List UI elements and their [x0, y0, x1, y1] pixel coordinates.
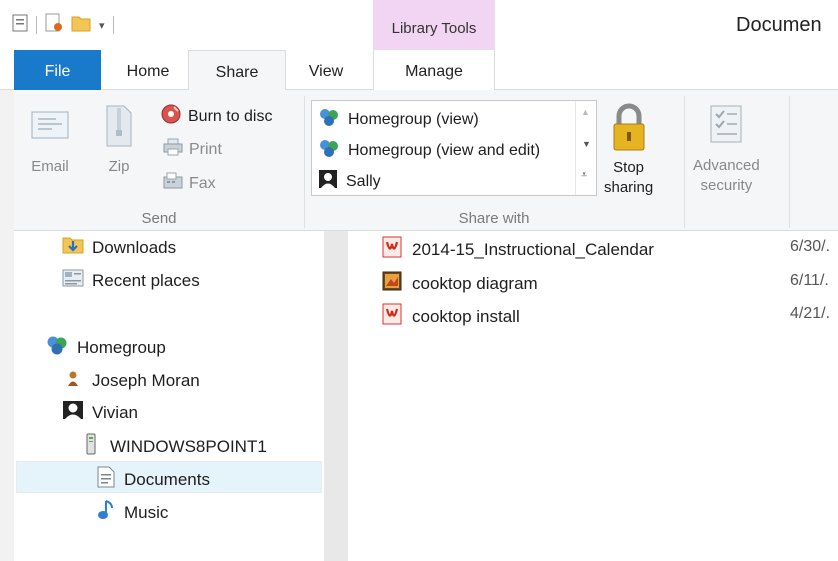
file-date: 6/11/.	[790, 272, 829, 289]
share-item-label: Homegroup (view)	[348, 110, 479, 128]
nav-item-label: Homegroup	[77, 337, 166, 357]
nav-item-joseph-moran[interactable]: Joseph Moran	[62, 368, 200, 393]
file-row[interactable]: cooktop install	[382, 303, 520, 330]
new-file-icon[interactable]	[45, 13, 63, 37]
share-homegroup-view[interactable]: Homegroup (view)	[318, 107, 479, 132]
pdf-icon	[382, 236, 402, 263]
tab-view[interactable]: View	[286, 50, 366, 91]
nav-item-music[interactable]: Music	[96, 499, 168, 526]
new-folder-icon[interactable]	[71, 14, 91, 36]
zip-button[interactable]: Zip	[104, 104, 134, 175]
share-user-sally[interactable]: Sally	[318, 169, 381, 194]
file-date: 4/21/.	[790, 305, 831, 322]
navigation-pane-scrollbar[interactable]	[324, 231, 348, 561]
advanced-security-label-1: Advanced	[693, 157, 760, 174]
qat-separator	[112, 16, 114, 34]
nav-item-label: Music	[124, 502, 169, 522]
checklist-icon	[709, 104, 743, 148]
nav-item-label: WINDOWS8POINT1	[110, 436, 267, 456]
tab-manage[interactable]: Manage	[373, 50, 495, 91]
user-icon	[62, 400, 84, 425]
burn-disc-icon	[160, 103, 182, 130]
burn-to-disc-label: Burn to disc	[188, 107, 273, 125]
share-with-group-label: Share with	[458, 210, 530, 227]
ribbon-group-divider	[789, 96, 790, 228]
zip-label: Zip	[108, 158, 130, 175]
nav-item-label: Recent places	[92, 270, 200, 290]
ribbon-group-divider	[684, 96, 685, 228]
tab-file[interactable]: File	[14, 50, 101, 90]
properties-icon[interactable]	[12, 14, 28, 36]
file-row[interactable]: 2014-15_Instructional_Calendar	[382, 236, 654, 263]
recent-places-icon	[62, 268, 84, 293]
image-file-icon	[382, 270, 402, 297]
music-icon	[96, 499, 116, 526]
zip-icon	[104, 104, 134, 152]
fax-icon	[163, 172, 183, 195]
scroll-down-icon[interactable]: ▼	[582, 139, 591, 149]
share-with-gallery: Homegroup (view) Homegroup (view and edi…	[311, 100, 597, 196]
print-button[interactable]: Print	[163, 138, 222, 161]
file-name: cooktop diagram	[412, 273, 538, 293]
context-group-label: Library Tools	[391, 20, 477, 37]
nav-item-documents[interactable]: Documents	[96, 466, 210, 493]
nav-item-recent-places[interactable]: Recent places	[62, 268, 200, 293]
window-title: Documen	[736, 14, 822, 36]
homegroup-icon	[45, 334, 69, 361]
window-left-edge	[0, 90, 14, 561]
fax-button[interactable]: Fax	[163, 172, 216, 195]
file-row[interactable]: cooktop diagram	[382, 270, 538, 297]
stop-sharing-button[interactable]: Stop sharing	[604, 102, 653, 198]
chevron-down-icon[interactable]: ▾	[99, 19, 105, 32]
nav-item-label: Downloads	[92, 237, 177, 257]
pdf-icon	[382, 303, 402, 330]
computer-icon	[80, 433, 102, 460]
share-gallery-scrollbar[interactable]: ▲ ▼ ⩡	[575, 101, 596, 195]
share-item-label: Homegroup (view and edit)	[348, 141, 541, 159]
documents-icon	[96, 466, 116, 493]
user-icon	[318, 169, 338, 194]
stop-sharing-label-2: sharing	[604, 179, 654, 196]
scroll-up-icon[interactable]: ▲	[581, 107, 590, 117]
tab-home[interactable]: Home	[108, 50, 188, 91]
email-button[interactable]: Email	[30, 110, 70, 175]
share-homegroup-view-edit[interactable]: Homegroup (view and edit)	[318, 138, 540, 163]
tab-share[interactable]: Share	[188, 50, 286, 91]
email-icon	[30, 110, 70, 144]
file-name: cooktop install	[412, 306, 520, 326]
share-item-label: Sally	[346, 172, 381, 190]
lock-icon	[611, 102, 647, 156]
file-date: 6/30/.	[790, 238, 831, 255]
fax-label: Fax	[189, 174, 216, 192]
email-label: Email	[31, 158, 69, 175]
qat-separator	[36, 16, 37, 34]
context-group-library-tools: Library Tools	[373, 0, 495, 50]
user-icon	[62, 368, 84, 393]
advanced-security-button[interactable]: Advanced security	[693, 104, 760, 196]
quick-access-toolbar: ▾	[12, 12, 114, 38]
nav-item-downloads[interactable]: Downloads	[62, 235, 176, 260]
nav-item-vivian[interactable]: Vivian	[62, 400, 138, 425]
ribbon-group-divider	[304, 96, 305, 228]
stop-sharing-label-1: Stop	[613, 159, 645, 176]
nav-item-windows8point1[interactable]: WINDOWS8POINT1	[80, 433, 267, 460]
homegroup-icon	[318, 107, 340, 132]
gallery-expand-icon[interactable]: ⩡	[581, 169, 587, 182]
homegroup-icon	[318, 138, 340, 163]
nav-item-homegroup[interactable]: Homegroup	[45, 334, 166, 361]
burn-to-disc-button[interactable]: Burn to disc	[160, 103, 272, 130]
nav-item-label: Documents	[124, 469, 210, 489]
print-label: Print	[189, 140, 222, 158]
send-group-label: Send	[141, 210, 177, 227]
printer-icon	[163, 138, 183, 161]
file-name: 2014-15_Instructional_Calendar	[412, 239, 654, 259]
advanced-security-label-2: security	[700, 177, 753, 194]
downloads-folder-icon	[62, 235, 84, 260]
nav-item-label: Vivian	[92, 402, 138, 422]
nav-item-label: Joseph Moran	[92, 370, 200, 390]
